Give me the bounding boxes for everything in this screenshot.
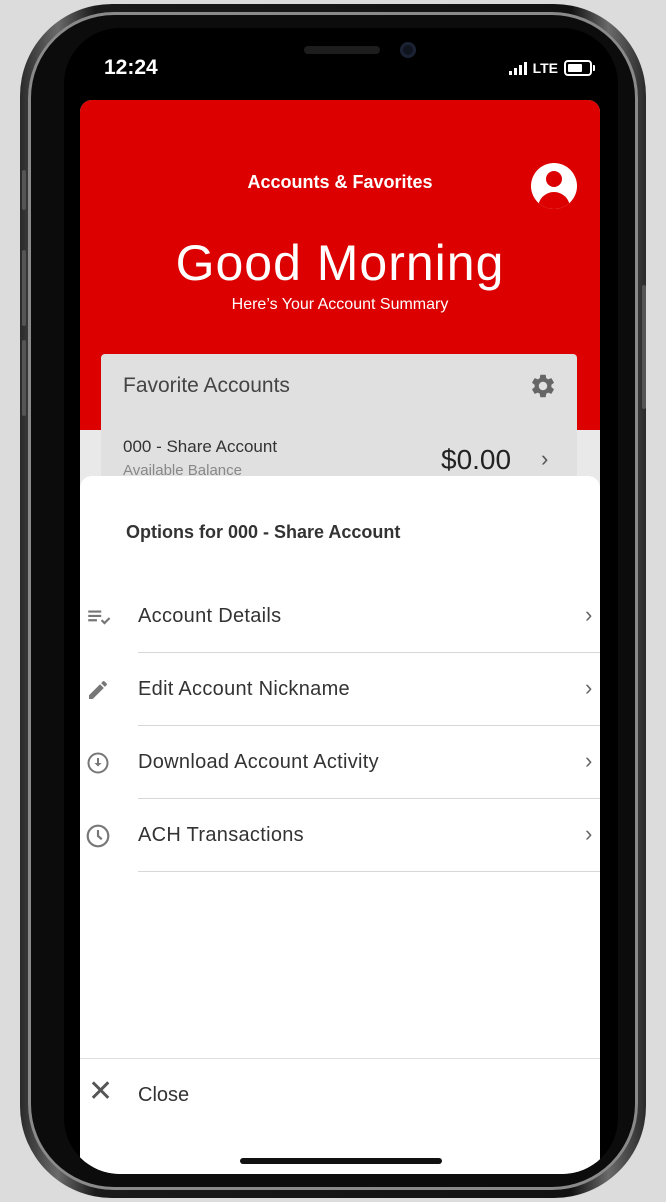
close-icon: ✕ <box>88 1075 114 1108</box>
greeting-subtitle: Here’s Your Account Summary <box>231 296 449 313</box>
pencil-icon <box>80 653 116 726</box>
option-edit-nickname[interactable]: Edit Account Nickname › <box>80 653 600 726</box>
download-circle-icon <box>80 726 116 799</box>
app-view: Accounts & Favorites Good Morning Here’s… <box>80 100 600 1174</box>
gear-icon[interactable] <box>529 372 557 405</box>
volume-down-button <box>22 340 26 416</box>
option-download-activity[interactable]: Download Account Activity › <box>80 726 600 799</box>
option-label: Download Account Activity <box>138 751 379 773</box>
chevron-right-icon: › <box>585 821 593 846</box>
chevron-right-icon[interactable]: › <box>541 446 548 472</box>
chevron-right-icon: › <box>585 675 593 700</box>
home-indicator[interactable] <box>240 1158 442 1164</box>
sheet-title: Options for 000 - Share Account <box>126 522 401 542</box>
signal-icon <box>508 61 527 75</box>
option-label: Account Details <box>138 605 282 627</box>
greeting: Good Morning <box>175 235 505 291</box>
front-camera <box>400 42 416 58</box>
divider <box>138 871 600 872</box>
option-label: ACH Transactions <box>138 824 304 846</box>
speaker-grille <box>304 46 380 54</box>
option-label: Edit Account Nickname <box>138 678 350 700</box>
status-indicators: LTE <box>508 60 595 76</box>
option-ach-transactions[interactable]: ACH Transactions › <box>80 799 600 872</box>
account-balance: $0.00 <box>441 444 512 475</box>
option-account-details[interactable]: Account Details › <box>80 580 600 653</box>
close-label: Close <box>138 1084 190 1106</box>
mute-switch <box>22 170 26 210</box>
clock-icon <box>80 799 116 872</box>
close-button[interactable]: ✕ Close <box>80 1060 600 1132</box>
power-button <box>642 285 646 409</box>
status-time: 12:24 <box>104 56 158 79</box>
chevron-right-icon: › <box>585 602 593 627</box>
chevron-right-icon: › <box>585 748 593 773</box>
favorite-accounts-card: Favorite Accounts 000 - Share Account Av… <box>101 354 577 494</box>
network-label: LTE <box>532 60 558 76</box>
battery-icon <box>564 60 595 76</box>
page-title: Accounts & Favorites <box>247 172 433 192</box>
account-name[interactable]: 000 - Share Account <box>123 437 277 457</box>
favorites-title: Favorite Accounts <box>123 374 290 397</box>
divider <box>80 1058 600 1059</box>
phone-screen: 12:24 LTE Accounts & Favorites Good Morn… <box>64 28 618 1174</box>
list-check-icon <box>80 580 116 653</box>
options-sheet: Options for 000 - Share Account Account … <box>80 476 600 1174</box>
volume-up-button <box>22 250 26 326</box>
profile-icon[interactable] <box>531 163 577 209</box>
